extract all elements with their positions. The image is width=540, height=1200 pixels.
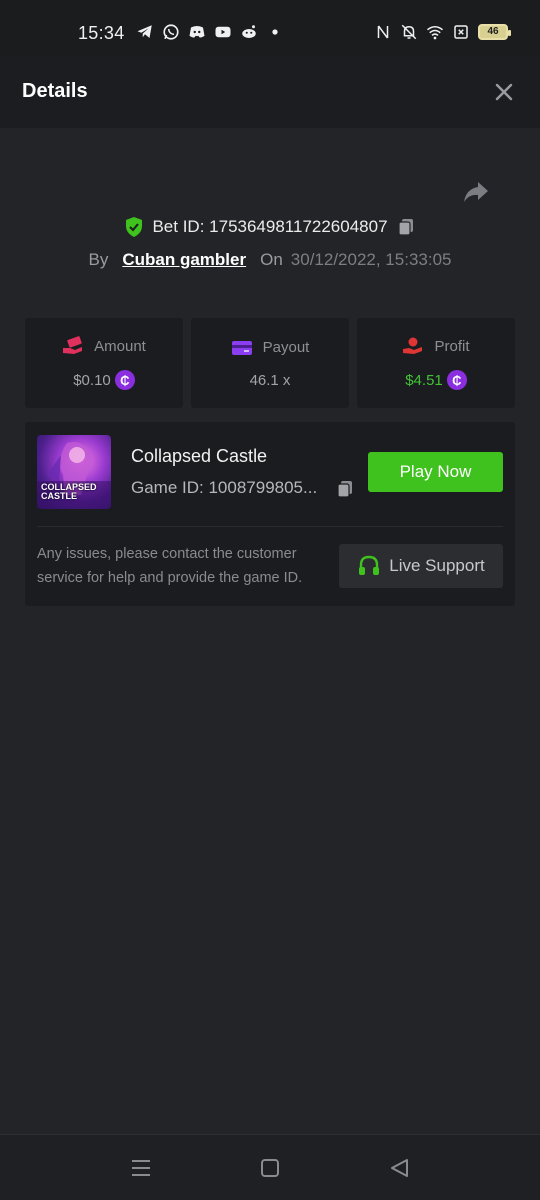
discord-icon [189, 26, 205, 38]
status-time: 15:34 [78, 23, 125, 43]
status-bar: 15:34 46 [0, 0, 540, 56]
sim-off-icon [454, 25, 468, 39]
details-header: Details [0, 56, 540, 128]
copy-icon[interactable] [335, 479, 355, 499]
bet-stats: Amount $0.10 ₵ Payout 46.1 x Profit $4.5… [25, 318, 515, 408]
bet-meta-row: By Cuban gambler On 30/12/2022, 15:33:05 [0, 250, 540, 270]
game-thumbnail[interactable]: COLLAPSED CASTLE [37, 435, 111, 509]
battery-indicator: 46 [478, 24, 511, 40]
status-left-icons [136, 23, 284, 41]
divider [37, 526, 503, 527]
reddit-icon [242, 25, 256, 38]
stat-profit: Profit $4.51 ₵ [357, 318, 515, 408]
copy-icon[interactable] [396, 217, 416, 237]
telegram-icon [137, 25, 152, 38]
help-text: Any issues, please contact the customer … [37, 546, 303, 586]
live-support-button[interactable]: Live Support [339, 544, 503, 588]
money-hand-icon [63, 336, 83, 354]
status-right-icons: 46 [374, 23, 511, 41]
stat-amount: Amount $0.10 ₵ [25, 318, 183, 408]
bell-off-icon [401, 24, 417, 40]
payout-label: Payout [262, 339, 310, 356]
bet-id: Bet ID: 1753649811722604807 [152, 217, 388, 236]
coin-icon: ₵ [446, 370, 467, 390]
stat-payout: Payout 46.1 x [191, 318, 349, 408]
back-icon[interactable] [388, 1157, 410, 1179]
user-link[interactable]: Cuban gambler [122, 250, 246, 270]
coin-icon: ₵ [114, 370, 135, 390]
wifi-icon [427, 26, 443, 40]
card-icon [231, 340, 252, 355]
share-icon[interactable] [462, 178, 490, 206]
home-icon[interactable] [259, 1157, 281, 1179]
play-now-button[interactable]: Play Now [368, 452, 503, 492]
payout-value: 46.1 x [249, 371, 291, 389]
game-card: COLLAPSED CASTLE Collapsed Castle Game I… [25, 422, 515, 606]
close-icon[interactable] [494, 82, 514, 102]
shield-check-icon [126, 217, 143, 237]
dot-icon [272, 29, 278, 35]
youtube-icon [215, 26, 231, 38]
menu-icon[interactable] [130, 1157, 152, 1179]
live-support-label: Live Support [389, 556, 485, 575]
profit-value: $4.51 [405, 371, 443, 389]
by-label: By [88, 250, 109, 269]
game-thumbnail-title: COLLAPSED CASTLE [41, 482, 97, 501]
amount-value: $0.10 [73, 371, 111, 389]
profit-hand-icon [403, 337, 423, 354]
profit-label: Profit [434, 337, 470, 355]
headset-icon [359, 555, 380, 575]
on-label: On [260, 250, 283, 269]
bet-id-row: Bet ID: 1753649811722604807 [0, 216, 540, 238]
page-title: Details [22, 80, 88, 102]
system-nav-bar [0, 1134, 540, 1200]
nfc-icon [377, 25, 389, 39]
whatsapp-icon [163, 24, 179, 40]
game-id: Game ID: 1008799805... [131, 478, 318, 497]
bet-date: 30/12/2022, 15:33:05 [290, 250, 452, 269]
game-name: Collapsed Castle [131, 446, 268, 466]
amount-label: Amount [94, 337, 146, 355]
